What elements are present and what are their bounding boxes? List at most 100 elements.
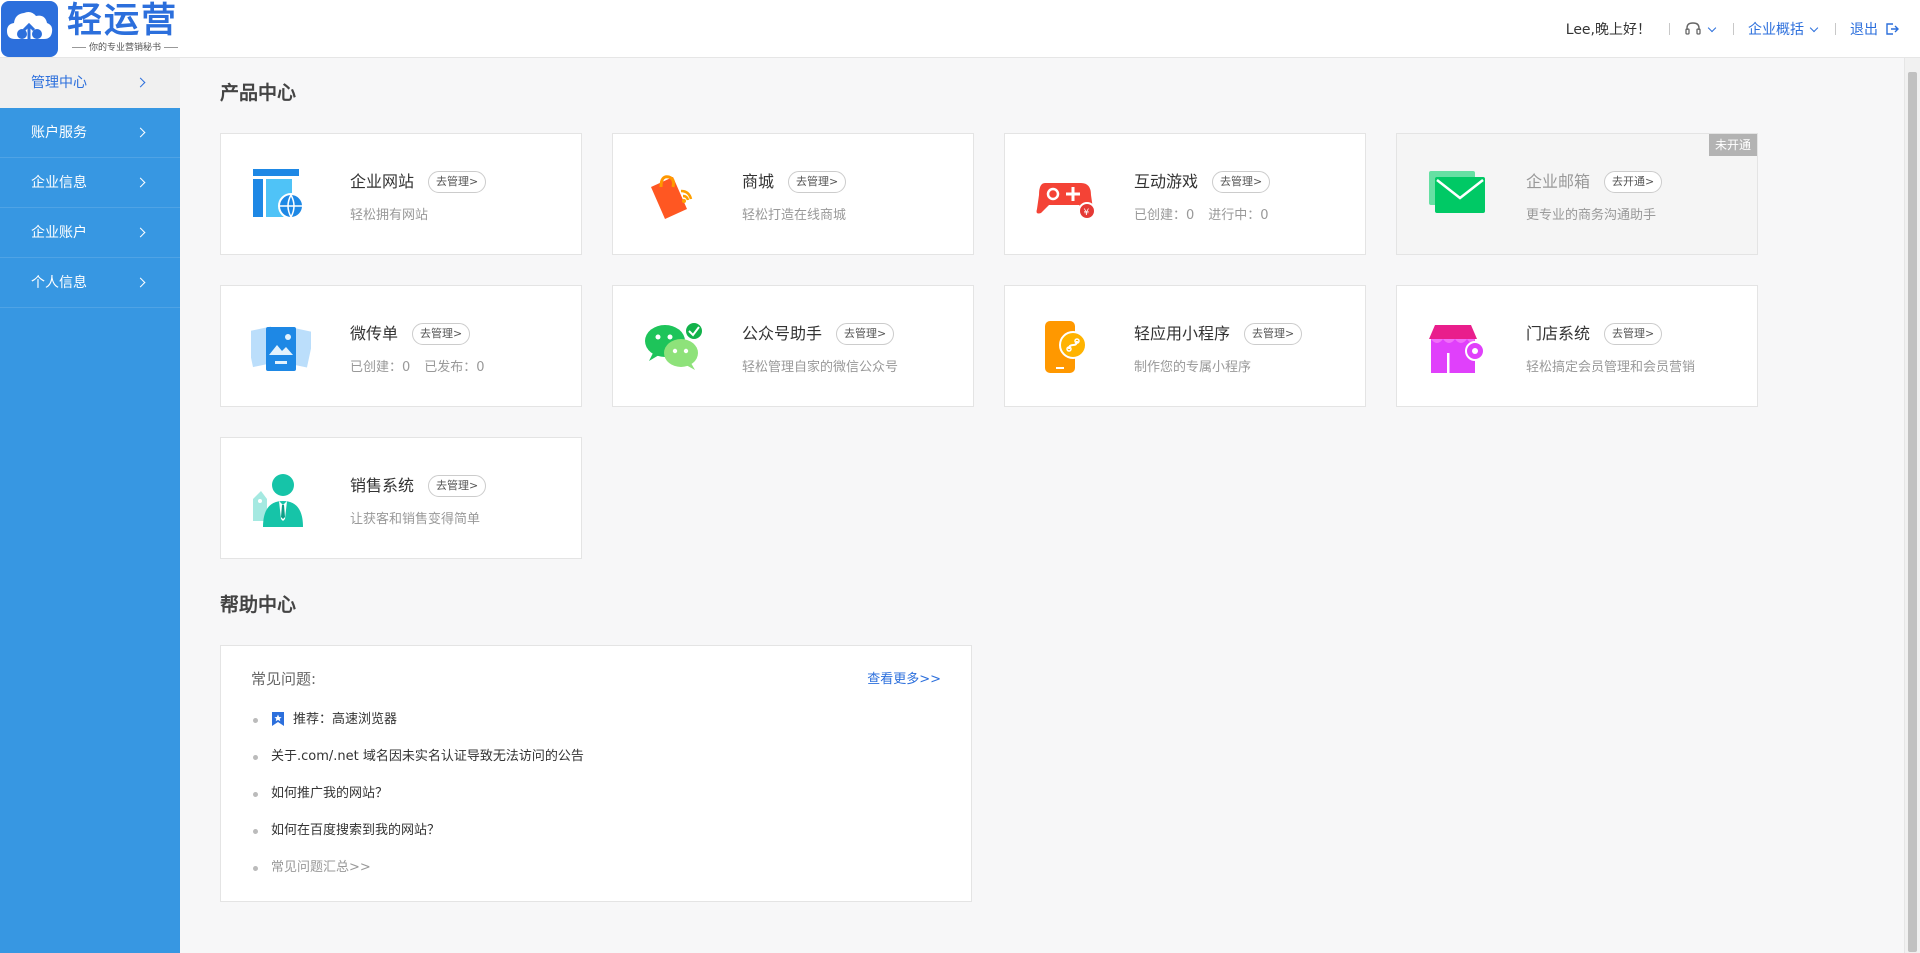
mini-program-icon	[1035, 317, 1095, 377]
divider	[1733, 23, 1734, 35]
stat-created: 已创建：0	[350, 360, 411, 375]
sidebar-item-label: 管理中心	[31, 75, 87, 91]
faq-item-text: 如何在百度搜索到我的网站？	[271, 823, 441, 838]
sidebar-item-label: 企业信息	[31, 175, 87, 191]
product-name: 商城	[742, 172, 775, 191]
headset-icon	[1685, 22, 1701, 35]
customer-service-menu[interactable]	[1684, 21, 1717, 37]
manage-button[interactable]: 去管理>	[428, 171, 487, 193]
faq-item-text: 如何推广我的网站？	[271, 786, 389, 801]
product-description: 让获客和销售变得简单	[350, 512, 481, 527]
logout-icon	[1886, 23, 1899, 35]
product-description: 轻松搞定会员管理和会员营销	[1526, 360, 1696, 375]
product-description: 制作您的专属小程序	[1134, 360, 1252, 375]
scrollbar[interactable]	[1904, 58, 1920, 953]
product-description: 轻松管理自家的微信公众号	[742, 360, 899, 375]
faq-item[interactable]: 如何推广我的网站？	[251, 782, 584, 819]
product-description: 轻松拥有网站	[350, 208, 429, 223]
divider	[1835, 23, 1836, 35]
gamepad-icon: ¥	[1035, 165, 1096, 225]
store-icon	[1427, 317, 1487, 377]
greeting-text: Lee,晚上好！	[1565, 22, 1651, 38]
website-icon	[251, 165, 311, 225]
chevron-right-icon	[135, 127, 146, 138]
divider	[1669, 23, 1670, 35]
enterprise-menu-label: 企业概括	[1748, 22, 1804, 38]
product-card-website[interactable]: 企业网站 去管理> 轻松拥有网站	[220, 133, 582, 255]
logo-subtitle: 你的专业营销秘书	[69, 42, 181, 54]
chevron-right-icon	[135, 277, 146, 288]
top-header: 轻运营 你的专业营销秘书 Lee,晚上好！ 企业概括 退出	[0, 0, 1920, 58]
manage-button[interactable]: 去管理>	[788, 171, 847, 193]
product-name: 轻应用小程序	[1134, 324, 1231, 343]
svg-text:¥: ¥	[1084, 208, 1090, 218]
faq-item-text: 常见问题汇总>>	[271, 860, 371, 875]
shopping-bag-icon	[643, 165, 703, 225]
product-stats: 已创建：0 进行中：0	[1134, 204, 1269, 223]
product-card-flyer[interactable]: 微传单 去管理> 已创建：0 已发布：0	[220, 285, 582, 407]
product-card-mall[interactable]: 商城 去管理> 轻松打造在线商城	[612, 133, 974, 255]
sidebar-item-personal-info[interactable]: 个人信息	[0, 258, 180, 308]
product-stats: 已创建：0 已发布：0	[350, 356, 485, 375]
sidebar-item-account-service[interactable]: 账户服务	[0, 108, 180, 158]
help-center-title: 帮助中心	[220, 594, 297, 616]
product-name: 企业网站	[350, 172, 415, 191]
wechat-icon	[643, 317, 704, 377]
faq-summary-link[interactable]: 常见问题汇总>>	[251, 856, 584, 893]
product-card-wechat-assistant[interactable]: 公众号助手 去管理> 轻松管理自家的微信公众号	[612, 285, 974, 407]
product-name: 门店系统	[1526, 324, 1591, 343]
product-name: 企业邮箱	[1526, 172, 1591, 191]
product-description: 轻松打造在线商城	[742, 208, 847, 223]
sidebar-item-label: 企业账户	[31, 225, 87, 241]
stat-published: 已发布：0	[424, 360, 485, 375]
product-card-store-system[interactable]: 门店系统 去管理> 轻松搞定会员管理和会员营销	[1396, 285, 1758, 407]
faq-item[interactable]: 关于.com/.net 域名因未实名认证导致无法访问的公告	[251, 745, 584, 782]
product-name: 微传单	[350, 324, 399, 343]
cloud-logo-icon	[1, 1, 58, 57]
logout-button[interactable]: 退出	[1850, 19, 1900, 39]
salesperson-icon	[251, 469, 311, 529]
chevron-down-icon	[1707, 23, 1717, 32]
view-more-link[interactable]: 查看更多>>	[867, 668, 941, 687]
manage-button[interactable]: 去管理>	[1604, 323, 1663, 345]
logo[interactable]: 轻运营 你的专业营销秘书	[0, 0, 185, 58]
enterprise-overview-menu[interactable]: 企业概括	[1748, 19, 1819, 39]
product-name: 互动游戏	[1134, 172, 1199, 191]
faq-panel: 常见问题: 查看更多>> 推荐：高速浏览器 关于.com/.net 域名因未实名…	[220, 645, 972, 902]
chevron-right-icon	[135, 77, 146, 88]
sidebar-item-management-center[interactable]: 管理中心	[0, 58, 180, 108]
product-description: 更专业的商务沟通助手	[1526, 208, 1657, 223]
not-activated-badge: 未开通	[1708, 134, 1757, 156]
flyer-icon	[245, 317, 315, 377]
activate-button[interactable]: 去开通>	[1604, 171, 1663, 193]
manage-button[interactable]: 去管理>	[1212, 171, 1271, 193]
manage-button[interactable]: 去管理>	[1244, 323, 1303, 345]
faq-item[interactable]: 如何在百度搜索到我的网站？	[251, 819, 584, 856]
sidebar-item-label: 账户服务	[31, 125, 87, 141]
stat-created: 已创建：0	[1134, 208, 1195, 223]
faq-item[interactable]: 推荐：高速浏览器	[251, 708, 584, 745]
product-name: 销售系统	[350, 476, 415, 495]
logo-title: 轻运营	[67, 1, 179, 41]
scrollbar-thumb[interactable]	[1908, 72, 1917, 952]
sidebar-item-enterprise-account[interactable]: 企业账户	[0, 208, 180, 258]
product-name: 公众号助手	[742, 324, 823, 343]
header-actions: Lee,晚上好！ 企业概括 退出	[1566, 19, 1900, 39]
manage-button[interactable]: 去管理>	[836, 323, 895, 345]
mail-icon	[1427, 165, 1487, 225]
chevron-right-icon	[135, 227, 146, 238]
manage-button[interactable]: 去管理>	[412, 323, 471, 345]
product-card-games[interactable]: ¥ 互动游戏 去管理> 已创建：0 进行中：0	[1004, 133, 1366, 255]
product-card-sales-system[interactable]: 销售系统 去管理> 让获客和销售变得简单	[220, 437, 582, 559]
product-card-mini-program[interactable]: 轻应用小程序 去管理> 制作您的专属小程序	[1004, 285, 1366, 407]
product-card-enterprise-mail[interactable]: 未开通 企业邮箱 去开通> 更专业的商务沟通助手	[1396, 133, 1758, 255]
chevron-right-icon	[135, 177, 146, 188]
sidebar-item-enterprise-info[interactable]: 企业信息	[0, 158, 180, 208]
bookmark-star-icon	[272, 712, 284, 726]
chevron-down-icon	[1809, 23, 1819, 32]
sidebar-item-label: 个人信息	[31, 275, 87, 291]
sidebar: 管理中心 账户服务 企业信息 企业账户 个人信息	[0, 58, 180, 953]
manage-button[interactable]: 去管理>	[428, 475, 487, 497]
faq-item-text: 关于.com/.net 域名因未实名认证导致无法访问的公告	[271, 749, 584, 764]
product-center-title: 产品中心	[220, 82, 297, 104]
